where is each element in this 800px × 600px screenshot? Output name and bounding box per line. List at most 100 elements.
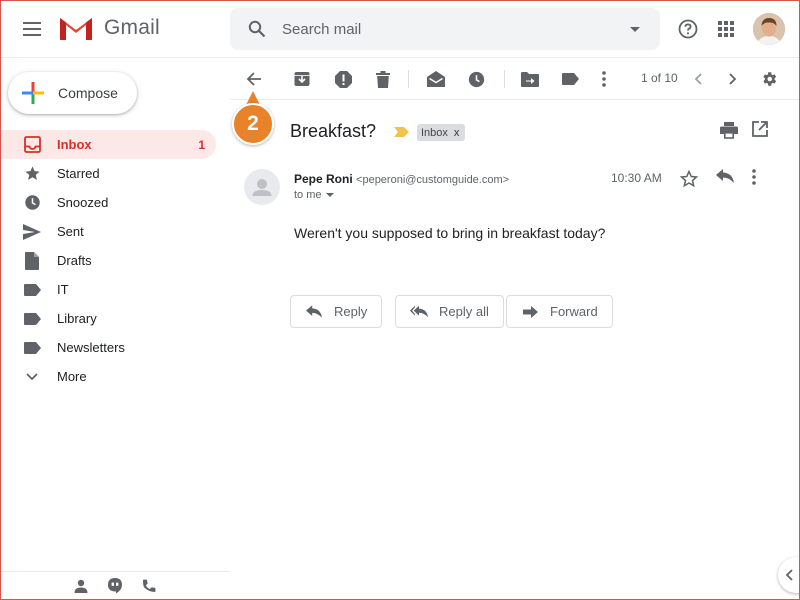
archive-button[interactable]	[292, 69, 312, 89]
sidebar-item-label: IT	[57, 282, 69, 297]
search-bar[interactable]	[230, 8, 660, 50]
labels-button[interactable]	[560, 69, 580, 89]
star-button[interactable]	[679, 169, 699, 189]
unread-count: 1	[198, 137, 205, 152]
sidebar-item-more[interactable]: More	[0, 362, 216, 391]
sidebar-item-it[interactable]: IT	[0, 275, 216, 304]
sidebar-item-library[interactable]: Library	[0, 304, 216, 333]
sidebar-item-starred[interactable]: Starred	[0, 159, 216, 188]
clock-icon	[22, 193, 42, 213]
reply-all-icon	[410, 303, 428, 321]
trash-icon	[376, 70, 390, 88]
apps-grid-icon[interactable]	[714, 17, 738, 41]
chevron-left-icon	[694, 73, 702, 85]
print-all-button[interactable]	[720, 121, 738, 139]
search-input[interactable]	[282, 20, 616, 38]
report-spam-button[interactable]	[333, 69, 353, 89]
gmail-logo[interactable]: Gmail	[58, 14, 160, 42]
step-callout-badge: 2	[232, 103, 274, 145]
sidebar-item-label: Library	[57, 311, 97, 326]
back-button[interactable]	[244, 69, 264, 89]
toolbar-divider	[504, 70, 505, 88]
message-time: 10:30 AM	[611, 171, 662, 185]
spam-icon	[334, 70, 352, 88]
search-options-icon[interactable]	[616, 10, 654, 48]
mark-unread-icon	[427, 71, 445, 87]
open-in-new-window-button[interactable]	[752, 121, 770, 139]
pagination-text: 1 of 10	[641, 71, 678, 85]
sender-avatar	[244, 169, 280, 205]
reply-icon	[716, 169, 734, 183]
move-to-folder-icon	[521, 71, 539, 87]
side-panel-toggle[interactable]	[778, 557, 800, 593]
settings-button[interactable]	[759, 69, 779, 89]
label-icon	[22, 338, 42, 358]
quick-reply-button[interactable]	[716, 169, 736, 189]
chevron-right-icon	[729, 73, 737, 85]
snooze-button[interactable]	[466, 69, 486, 89]
message-body: Weren't you supposed to bring in breakfa…	[294, 225, 606, 241]
app-header: Gmail	[0, 0, 800, 58]
sender-name[interactable]: Pepe Roni	[294, 172, 353, 186]
search-icon[interactable]	[246, 18, 268, 40]
sidebar-item-snoozed[interactable]: Snoozed	[0, 188, 216, 217]
sidebar-nav: Inbox 1 Starred Snoozed Sent Drafts IT L…	[0, 130, 230, 391]
sidebar-item-drafts[interactable]: Drafts	[0, 246, 216, 275]
move-to-button[interactable]	[520, 69, 540, 89]
chevron-down-icon	[22, 367, 42, 387]
message-subject: Breakfast?	[290, 121, 377, 141]
newer-button[interactable]	[688, 69, 708, 89]
help-icon[interactable]	[676, 17, 700, 41]
reply-label: Reply	[334, 304, 368, 319]
reply-icon	[305, 303, 323, 321]
sidebar-item-label: Inbox	[57, 137, 92, 152]
hangouts-icon[interactable]	[106, 577, 124, 595]
compose-label: Compose	[58, 85, 118, 101]
sidebar-item-sent[interactable]: Sent	[0, 217, 216, 246]
older-button[interactable]	[723, 69, 743, 89]
sidebar-item-label: Newsletters	[57, 340, 125, 355]
account-avatar[interactable]	[753, 13, 785, 45]
sender-email: <peperoni@customguide.com>	[356, 174, 510, 186]
importance-marker-icon[interactable]	[394, 127, 409, 137]
more-actions-button[interactable]	[594, 69, 614, 89]
recipient-details[interactable]: to me	[294, 189, 334, 201]
phone-icon[interactable]	[140, 577, 158, 595]
default-person-icon	[252, 179, 272, 196]
toolbar-divider	[408, 70, 409, 88]
reply-button[interactable]: Reply	[290, 295, 383, 328]
label-chip-text: Inbox	[421, 126, 448, 139]
caret-down-icon	[325, 193, 334, 197]
sidebar-item-label: Snoozed	[57, 195, 109, 210]
sidebar-item-newsletters[interactable]: Newsletters	[0, 333, 216, 362]
message-more-button[interactable]	[752, 169, 770, 189]
mark-unread-button[interactable]	[426, 69, 446, 89]
contacts-icon[interactable]	[72, 577, 90, 595]
sidebar-item-label: Starred	[57, 166, 100, 181]
more-vert-icon	[752, 169, 756, 185]
print-icon	[720, 122, 738, 139]
remove-label-button[interactable]: x	[454, 127, 460, 139]
sidebar-item-label: More	[57, 369, 87, 384]
main-menu-button[interactable]	[19, 17, 45, 41]
back-arrow-icon	[246, 72, 261, 86]
popout-icon	[752, 121, 768, 137]
compose-button[interactable]: Compose	[8, 72, 137, 114]
message-toolbar: 1 of 10	[230, 58, 800, 100]
label-icon	[22, 309, 42, 329]
star-icon	[22, 164, 42, 184]
send-icon	[22, 222, 42, 242]
more-vert-icon	[602, 71, 606, 87]
hamburger-icon	[23, 22, 41, 36]
compose-plus-icon	[22, 82, 44, 104]
delete-button[interactable]	[373, 69, 393, 89]
forward-button[interactable]: Forward	[506, 295, 613, 328]
gmail-envelope-icon	[60, 18, 92, 40]
archive-icon	[294, 72, 310, 86]
hangouts-footer	[0, 571, 230, 600]
sidebar: Compose Inbox 1 Starred Snoozed Sent Dra…	[0, 58, 230, 600]
reply-all-button[interactable]: Reply all	[395, 295, 504, 328]
gear-icon	[763, 72, 777, 86]
sidebar-item-inbox[interactable]: Inbox 1	[0, 130, 216, 159]
forward-icon	[521, 303, 539, 321]
